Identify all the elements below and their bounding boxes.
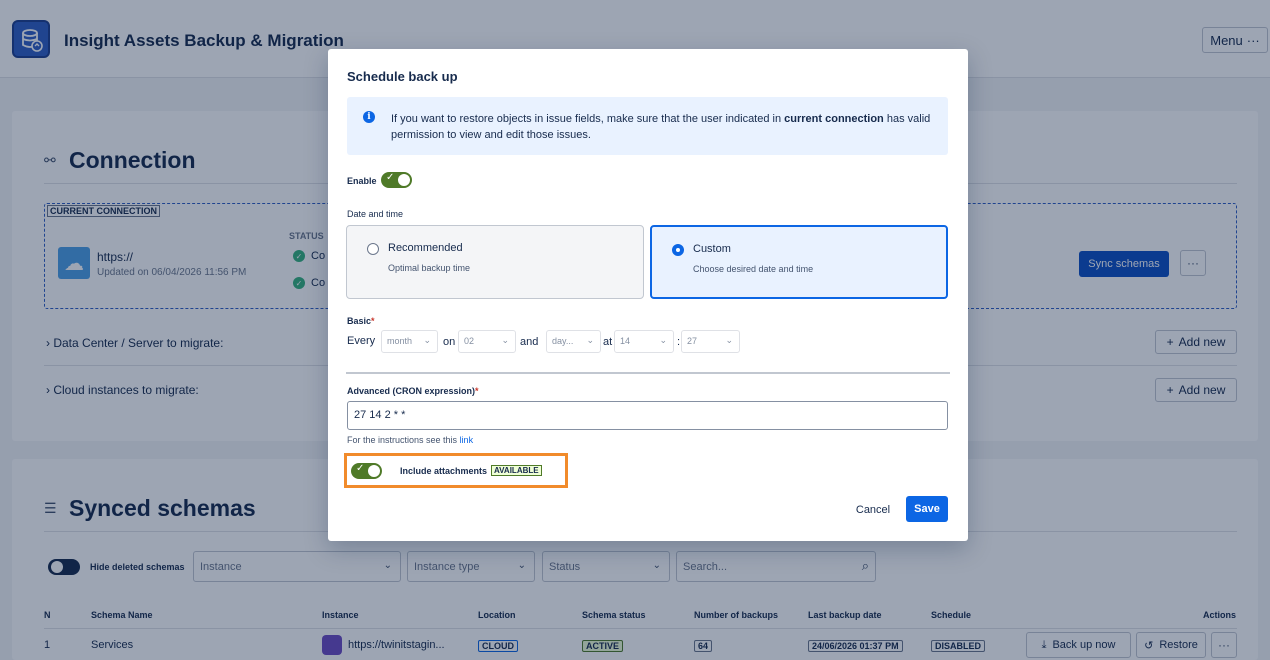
info-banner: i If you want to restore objects in issu… — [347, 97, 948, 155]
custom-option[interactable]: Custom Choose desired date and time — [650, 225, 948, 299]
instructions-link[interactable]: link — [460, 435, 474, 445]
enable-label: Enable — [347, 176, 377, 186]
cancel-button[interactable]: Cancel — [848, 498, 898, 522]
weekday-select[interactable]: day... ⌄ — [546, 330, 601, 353]
minute-select[interactable]: 27 ⌄ — [681, 330, 740, 353]
basic-label: Basic* — [347, 316, 375, 326]
day-number-select[interactable]: 02 ⌄ — [458, 330, 516, 353]
advanced-label: Advanced (CRON expression)* — [347, 386, 479, 396]
available-badge: AVAILABLE — [491, 465, 542, 476]
chevron-down-icon: ⌄ — [423, 335, 431, 345]
info-icon: i — [363, 111, 375, 123]
at-label: at — [603, 336, 613, 348]
cron-expression-input[interactable]: 27 14 2 * * — [347, 401, 948, 430]
frequency-select[interactable]: month ⌄ — [381, 330, 438, 353]
save-button[interactable]: Save — [906, 496, 948, 522]
on-label: on — [443, 336, 456, 348]
chevron-down-icon: ⌄ — [501, 335, 509, 345]
chevron-down-icon: ⌄ — [586, 335, 594, 345]
recommended-title: Recommended — [388, 242, 463, 254]
include-attachments-label: Include attachments — [400, 466, 488, 476]
check-icon: ✓ — [356, 463, 365, 474]
modal-title: Schedule back up — [347, 69, 458, 84]
include-attachments-toggle[interactable]: ✓ — [351, 463, 382, 479]
chevron-down-icon: ⌄ — [659, 335, 667, 345]
custom-radio[interactable] — [672, 244, 684, 256]
recommended-subtitle: Optimal backup time — [388, 263, 471, 273]
recommended-radio[interactable] — [367, 243, 379, 255]
date-time-label: Date and time — [347, 209, 404, 219]
schedule-backup-modal: Schedule back up i If you want to restor… — [328, 49, 968, 541]
every-label: Every — [347, 335, 376, 347]
custom-subtitle: Choose desired date and time — [693, 264, 814, 274]
and-label: and — [520, 336, 539, 348]
chevron-down-icon: ⌄ — [725, 335, 733, 345]
recommended-option[interactable]: Recommended Optimal backup time — [346, 225, 644, 299]
custom-title: Custom — [693, 243, 731, 255]
hour-select[interactable]: 14 ⌄ — [614, 330, 674, 353]
instructions-text: For the instructions see this link — [347, 435, 474, 445]
enable-toggle[interactable]: ✓ — [381, 172, 412, 188]
colon-label: : — [677, 336, 681, 348]
check-icon: ✓ — [386, 172, 395, 183]
section-separator — [346, 372, 950, 374]
info-text: If you want to restore objects in issue … — [391, 113, 931, 141]
